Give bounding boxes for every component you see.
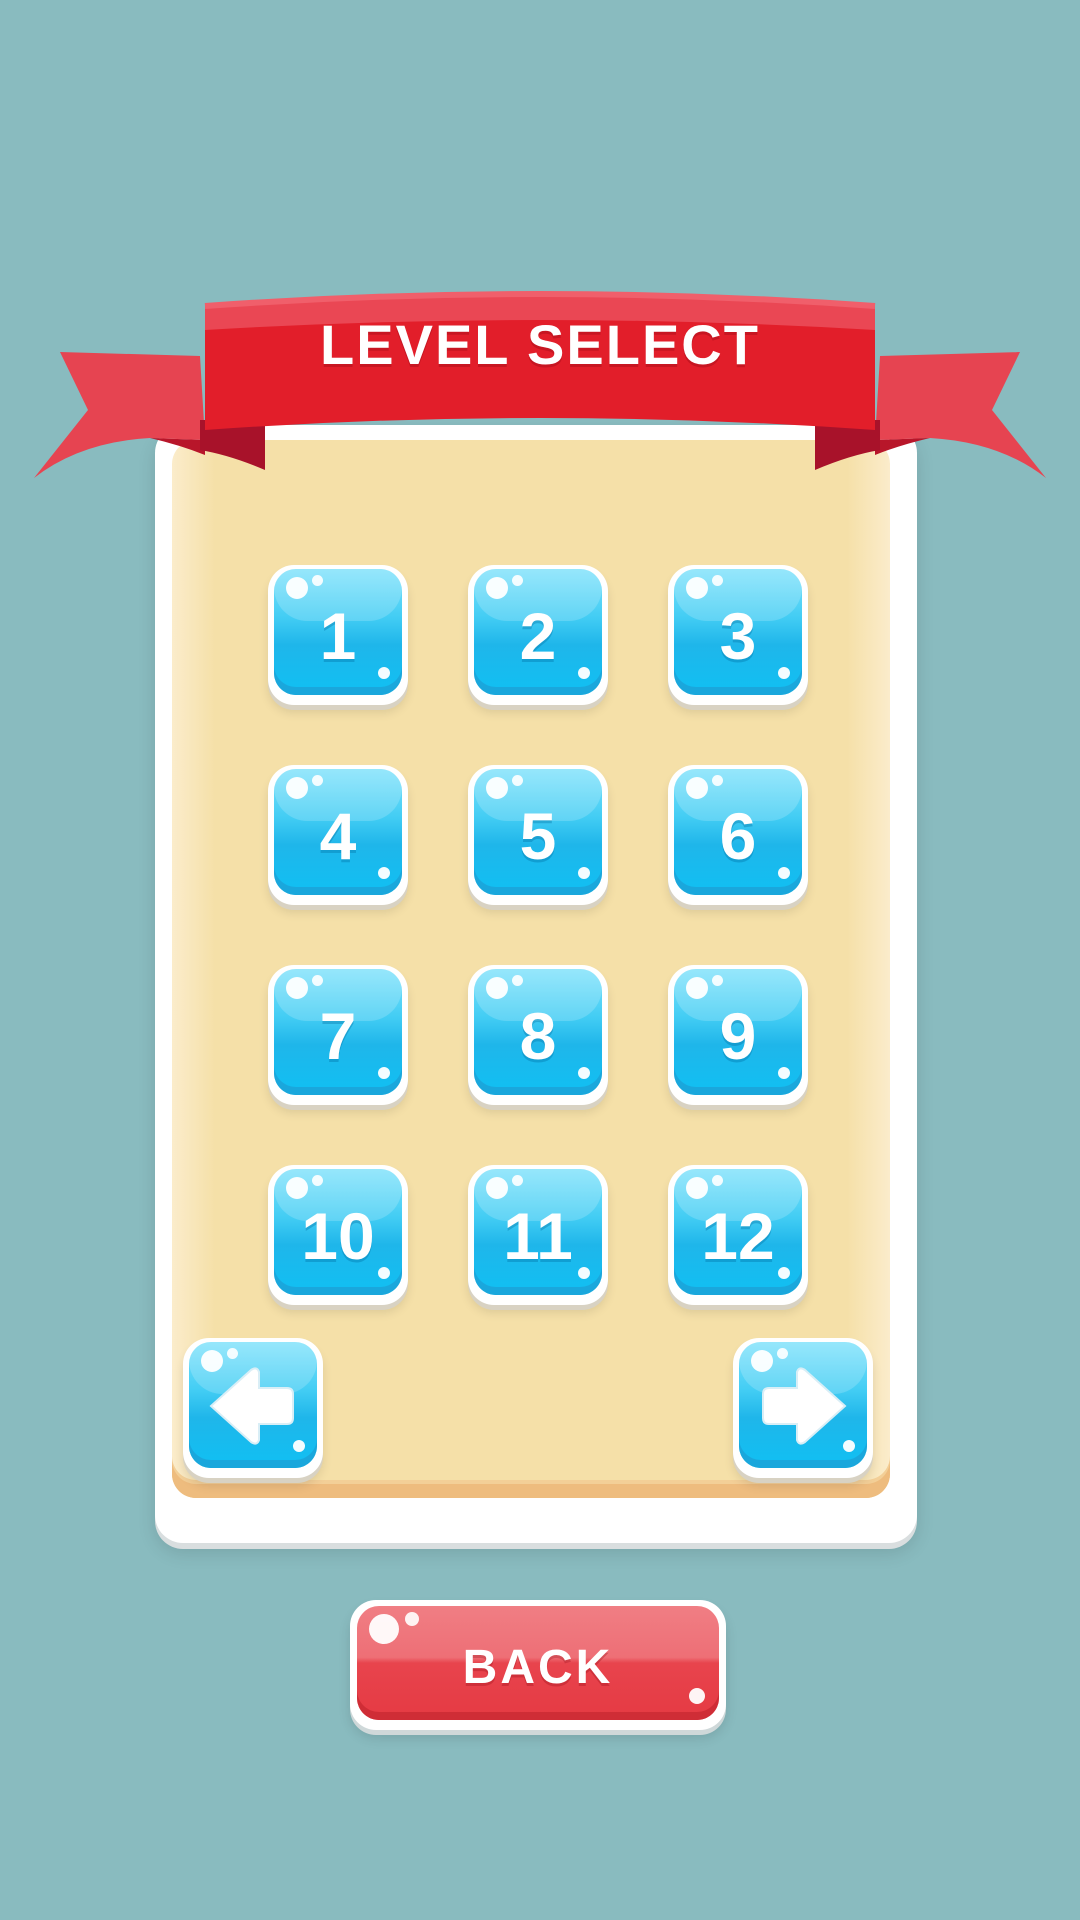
level-number: 9 (719, 999, 757, 1073)
next-page-button[interactable] (733, 1338, 873, 1478)
level-number: 12 (701, 1199, 775, 1273)
level-number: 8 (519, 999, 557, 1073)
back-button-label: BACK (462, 1641, 614, 1694)
level-button-6[interactable]: 6 (668, 765, 808, 905)
level-number: 10 (301, 1199, 375, 1273)
level-number: 7 (319, 999, 357, 1073)
prev-page-button[interactable] (183, 1338, 323, 1478)
level-button-11[interactable]: 11 (468, 1165, 608, 1305)
page-title: LEVEL SELECT (320, 313, 760, 376)
level-button-10[interactable]: 10 (268, 1165, 408, 1305)
level-button-3[interactable]: 3 (668, 565, 808, 705)
level-button-5[interactable]: 5 (468, 765, 608, 905)
level-button-2[interactable]: 2 (468, 565, 608, 705)
arrow-right-icon (762, 1367, 847, 1445)
level-number: 6 (719, 799, 757, 873)
level-button-8[interactable]: 8 (468, 965, 608, 1105)
level-number: 2 (519, 599, 557, 673)
level-number: 1 (319, 599, 357, 673)
level-number: 4 (319, 799, 357, 873)
arrow-left-icon (209, 1367, 294, 1445)
title-ribbon (30, 270, 1050, 490)
level-button-9[interactable]: 9 (668, 965, 808, 1105)
level-number: 11 (503, 1199, 573, 1273)
level-number: 3 (719, 599, 757, 673)
level-button-4[interactable]: 4 (268, 765, 408, 905)
level-button-7[interactable]: 7 (268, 965, 408, 1105)
level-number: 5 (519, 799, 557, 873)
level-button-1[interactable]: 1 (268, 565, 408, 705)
back-button[interactable]: BACK (350, 1600, 726, 1730)
level-button-12[interactable]: 12 (668, 1165, 808, 1305)
